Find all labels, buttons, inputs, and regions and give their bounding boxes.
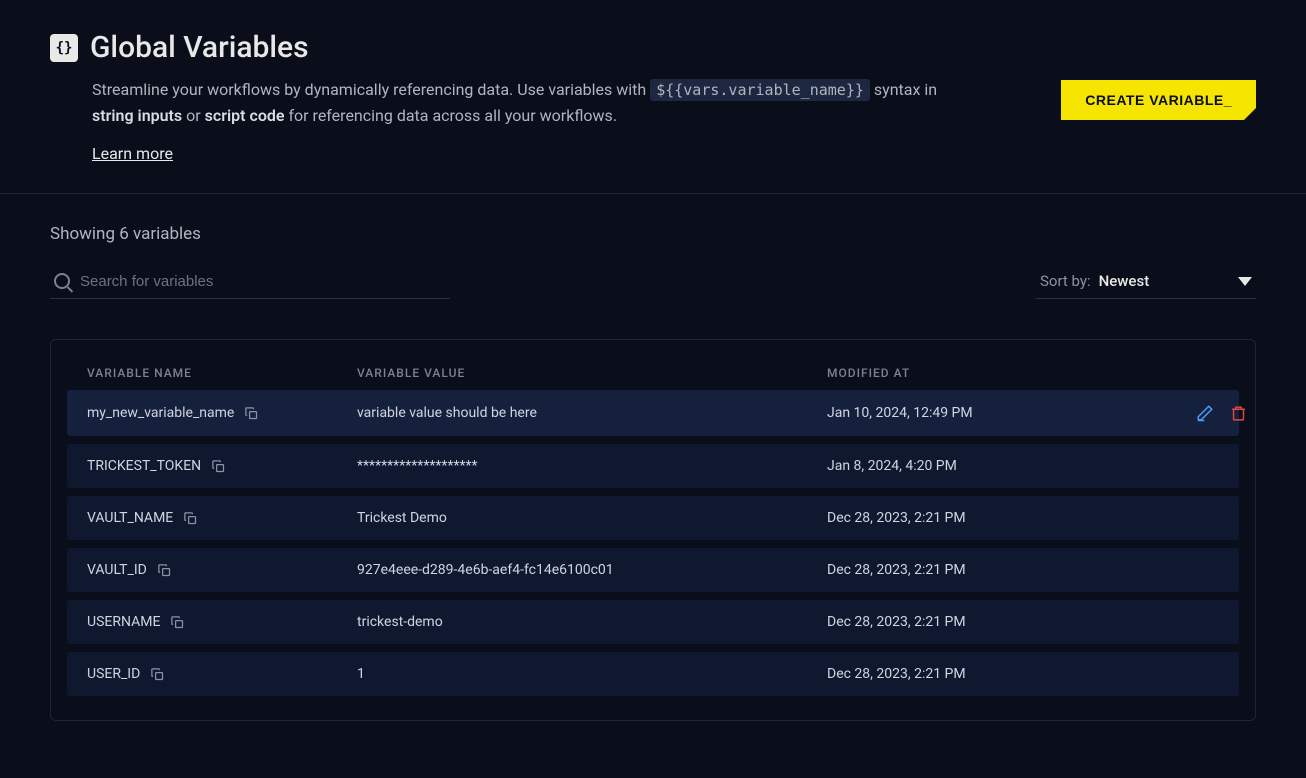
edit-icon[interactable] — [1196, 404, 1214, 422]
search-icon — [54, 273, 70, 289]
column-modified: MODIFIED AT — [827, 366, 1127, 380]
create-variable-button[interactable]: CREATE VARIABLE_ — [1061, 80, 1256, 120]
variable-modified-cell: Dec 28, 2023, 2:21 PM — [827, 510, 1127, 526]
copy-icon[interactable] — [157, 563, 172, 578]
copy-icon[interactable] — [170, 615, 185, 630]
variable-value-cell: variable value should be here — [357, 405, 827, 421]
title-row: {} Global Variables — [50, 30, 1061, 65]
variable-value-cell: Trickest Demo — [357, 510, 827, 526]
controls-row: Sort by: Newest — [50, 264, 1256, 299]
variables-table: VARIABLE NAME VARIABLE VALUE MODIFIED AT… — [50, 339, 1256, 721]
column-value: VARIABLE VALUE — [357, 366, 827, 380]
variable-modified-cell: Jan 8, 2024, 4:20 PM — [827, 458, 1127, 474]
page-description: Streamline your workflows by dynamically… — [92, 77, 962, 128]
variable-name-text: my_new_variable_name — [87, 405, 234, 421]
copy-icon[interactable] — [211, 459, 226, 474]
variable-name-text: VAULT_NAME — [87, 510, 173, 526]
table-row[interactable]: VAULT_NAME Trickest DemoDec 28, 2023, 2:2… — [67, 496, 1239, 540]
learn-more-link[interactable]: Learn more — [92, 144, 173, 163]
copy-icon[interactable] — [150, 667, 165, 682]
sort-dropdown[interactable]: Sort by: Newest — [1036, 264, 1256, 299]
variable-name-text: VAULT_ID — [87, 562, 147, 578]
row-actions — [1127, 404, 1247, 422]
variable-name-text: USERNAME — [87, 614, 160, 630]
variable-modified-cell: Dec 28, 2023, 2:21 PM — [827, 666, 1127, 682]
table-row[interactable]: VAULT_ID 927e4eee-d289-4e6b-aef4-fc14e610… — [67, 548, 1239, 592]
variable-value-cell: 927e4eee-d289-4e6b-aef4-fc14e6100c01 — [357, 562, 827, 578]
page-title: Global Variables — [90, 30, 309, 65]
copy-icon[interactable] — [183, 511, 198, 526]
table-header: VARIABLE NAME VARIABLE VALUE MODIFIED AT — [67, 356, 1239, 390]
header-section: {} Global Variables Streamline your work… — [0, 0, 1306, 194]
content-section: Showing 6 variables Sort by: Newest VARI… — [0, 194, 1306, 751]
variable-name-text: USER_ID — [87, 666, 140, 682]
variable-value-cell: ******************** — [357, 458, 827, 474]
variables-icon: {} — [50, 34, 78, 62]
variable-modified-cell: Jan 10, 2024, 12:49 PM — [827, 405, 1127, 421]
column-name: VARIABLE NAME — [87, 366, 357, 380]
variable-value-cell: trickest-demo — [357, 614, 827, 630]
sort-value: Newest — [1099, 272, 1230, 290]
search-wrapper[interactable] — [50, 265, 450, 299]
variable-name-cell: VAULT_NAME — [87, 510, 357, 526]
variable-name-cell: TRICKEST_TOKEN — [87, 458, 357, 474]
search-input[interactable] — [80, 273, 446, 290]
code-snippet: ${{vars.variable_name}} — [650, 79, 870, 101]
variable-value-cell: 1 — [357, 666, 827, 682]
variable-name-cell: my_new_variable_name — [87, 405, 357, 421]
showing-count: Showing 6 variables — [50, 224, 1256, 244]
chevron-down-icon — [1238, 277, 1252, 286]
table-row[interactable]: my_new_variable_name variable value shoul… — [67, 390, 1239, 436]
table-row[interactable]: TRICKEST_TOKEN ********************Jan 8,… — [67, 444, 1239, 488]
table-row[interactable]: USER_ID 1Dec 28, 2023, 2:21 PM — [67, 652, 1239, 696]
sort-label: Sort by: — [1040, 272, 1091, 290]
delete-icon[interactable] — [1230, 405, 1247, 422]
variable-name-text: TRICKEST_TOKEN — [87, 458, 201, 474]
variable-modified-cell: Dec 28, 2023, 2:21 PM — [827, 562, 1127, 578]
header-left: {} Global Variables Streamline your work… — [50, 30, 1061, 163]
table-row[interactable]: USERNAME trickest-demoDec 28, 2023, 2:21 … — [67, 600, 1239, 644]
variable-name-cell: USERNAME — [87, 614, 357, 630]
copy-icon[interactable] — [244, 406, 259, 421]
variable-name-cell: VAULT_ID — [87, 562, 357, 578]
variable-name-cell: USER_ID — [87, 666, 357, 682]
variable-modified-cell: Dec 28, 2023, 2:21 PM — [827, 614, 1127, 630]
